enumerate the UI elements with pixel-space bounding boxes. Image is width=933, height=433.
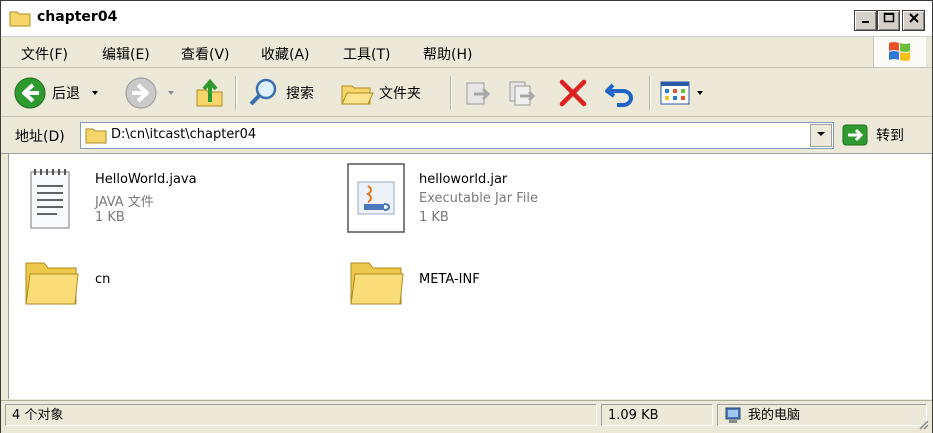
copy-to-button[interactable] (506, 76, 538, 110)
undo-button[interactable] (603, 76, 637, 110)
folders-label: 文件夹 (379, 86, 421, 102)
file-name: HelloWorld.java (95, 172, 197, 187)
toolbar-separator (450, 76, 451, 110)
maximize-icon (883, 12, 894, 23)
up-folder-icon (196, 78, 223, 107)
folder-name: META-INF (419, 272, 480, 287)
views-grid-icon (660, 81, 690, 105)
address-bar: 地址(D) D:\cn\itcast\chapter04 转到 (1, 117, 932, 154)
minimize-icon (861, 21, 869, 23)
search-icon (249, 78, 277, 106)
menu-tools[interactable]: 工具(T) (343, 44, 390, 64)
status-object-count: 4 个对象 (5, 404, 597, 426)
delete-icon (559, 79, 587, 107)
explorer-window: chapter04 文件(F) 编辑(E) 查看(V) 收藏(A) 工具(T) … (0, 0, 933, 433)
go-button[interactable]: 转到 (842, 124, 904, 146)
back-arrow-icon (14, 77, 46, 109)
file-type: JAVA 文件 (95, 195, 154, 210)
menu-edit[interactable]: 编辑(E) (102, 44, 150, 64)
folders-button[interactable]: 文件夹 (340, 76, 421, 110)
folder-item[interactable]: cn (9, 249, 309, 319)
minimize-button[interactable] (854, 10, 877, 31)
go-label: 转到 (876, 128, 904, 144)
menu-bar: 文件(F) 编辑(E) 查看(V) 收藏(A) 工具(T) 帮助(H) (1, 37, 932, 68)
my-computer-icon (725, 407, 741, 423)
folder-icon (350, 262, 404, 305)
up-folder-button[interactable] (194, 76, 226, 110)
forward-button[interactable] (124, 76, 178, 110)
file-type: Executable Jar File (419, 191, 538, 206)
folders-icon (341, 85, 374, 105)
delete-button[interactable] (556, 76, 590, 110)
status-location-label: 我的电脑 (748, 408, 801, 423)
file-item[interactable]: HelloWorld.java JAVA 文件 1 KB (9, 154, 309, 244)
back-label: 后退 (52, 86, 80, 102)
file-item[interactable]: helloworld.jar Executable Jar File 1 KB (334, 154, 654, 244)
go-arrow-icon (842, 124, 868, 146)
resize-grip-icon[interactable] (917, 418, 929, 430)
windows-flag-icon (889, 42, 910, 61)
address-dropdown-button[interactable] (810, 124, 832, 147)
window-title: chapter04 (37, 9, 118, 25)
folder-item[interactable]: META-INF (334, 249, 654, 319)
menu-file[interactable]: 文件(F) (21, 44, 68, 64)
move-to-icon (466, 82, 491, 105)
maximize-button[interactable] (877, 10, 900, 31)
folder-icon (9, 11, 31, 27)
close-icon (908, 13, 919, 23)
forward-arrow-icon (125, 77, 157, 109)
search-label: 搜索 (286, 86, 314, 102)
views-button[interactable] (659, 76, 705, 110)
file-size: 1 KB (95, 210, 125, 225)
close-button[interactable] (902, 10, 925, 31)
status-bar: 4 个对象 1.09 KB 我的电脑 (1, 400, 932, 433)
address-path: D:\cn\itcast\chapter04 (111, 127, 257, 142)
folder-name: cn (95, 272, 111, 287)
windows-logo (873, 37, 926, 67)
folder-icon (25, 262, 79, 305)
folder-icon (85, 128, 107, 144)
search-button[interactable]: 搜索 (247, 76, 314, 110)
copy-to-icon (509, 81, 536, 106)
toolbar: 后退 搜索 文件夹 (1, 68, 932, 117)
text-file-icon (30, 169, 70, 229)
chevron-down-icon (817, 132, 825, 136)
toolbar-separator (235, 76, 236, 110)
menu-favorites[interactable]: 收藏(A) (261, 44, 310, 64)
title-bar[interactable]: chapter04 (1, 1, 932, 37)
move-to-button[interactable] (462, 76, 494, 110)
address-input[interactable]: D:\cn\itcast\chapter04 (80, 122, 834, 149)
status-location: 我的电脑 (717, 404, 927, 426)
file-size: 1 KB (419, 210, 449, 225)
menu-help[interactable]: 帮助(H) (423, 44, 472, 64)
undo-icon (605, 83, 633, 107)
toolbar-separator (649, 76, 650, 110)
file-name: helloworld.jar (419, 172, 508, 187)
back-button[interactable]: 后退 (13, 76, 102, 110)
menu-view[interactable]: 查看(V) (181, 44, 230, 64)
jar-file-icon (347, 163, 405, 233)
address-label: 地址(D) (15, 129, 65, 145)
back-dropdown-icon[interactable] (88, 88, 102, 98)
views-dropdown-icon[interactable] (695, 88, 705, 98)
file-list: HelloWorld.java JAVA 文件 1 KB helloworld.… (8, 154, 931, 399)
status-size: 1.09 KB (601, 404, 713, 426)
forward-dropdown-icon[interactable] (164, 88, 178, 98)
